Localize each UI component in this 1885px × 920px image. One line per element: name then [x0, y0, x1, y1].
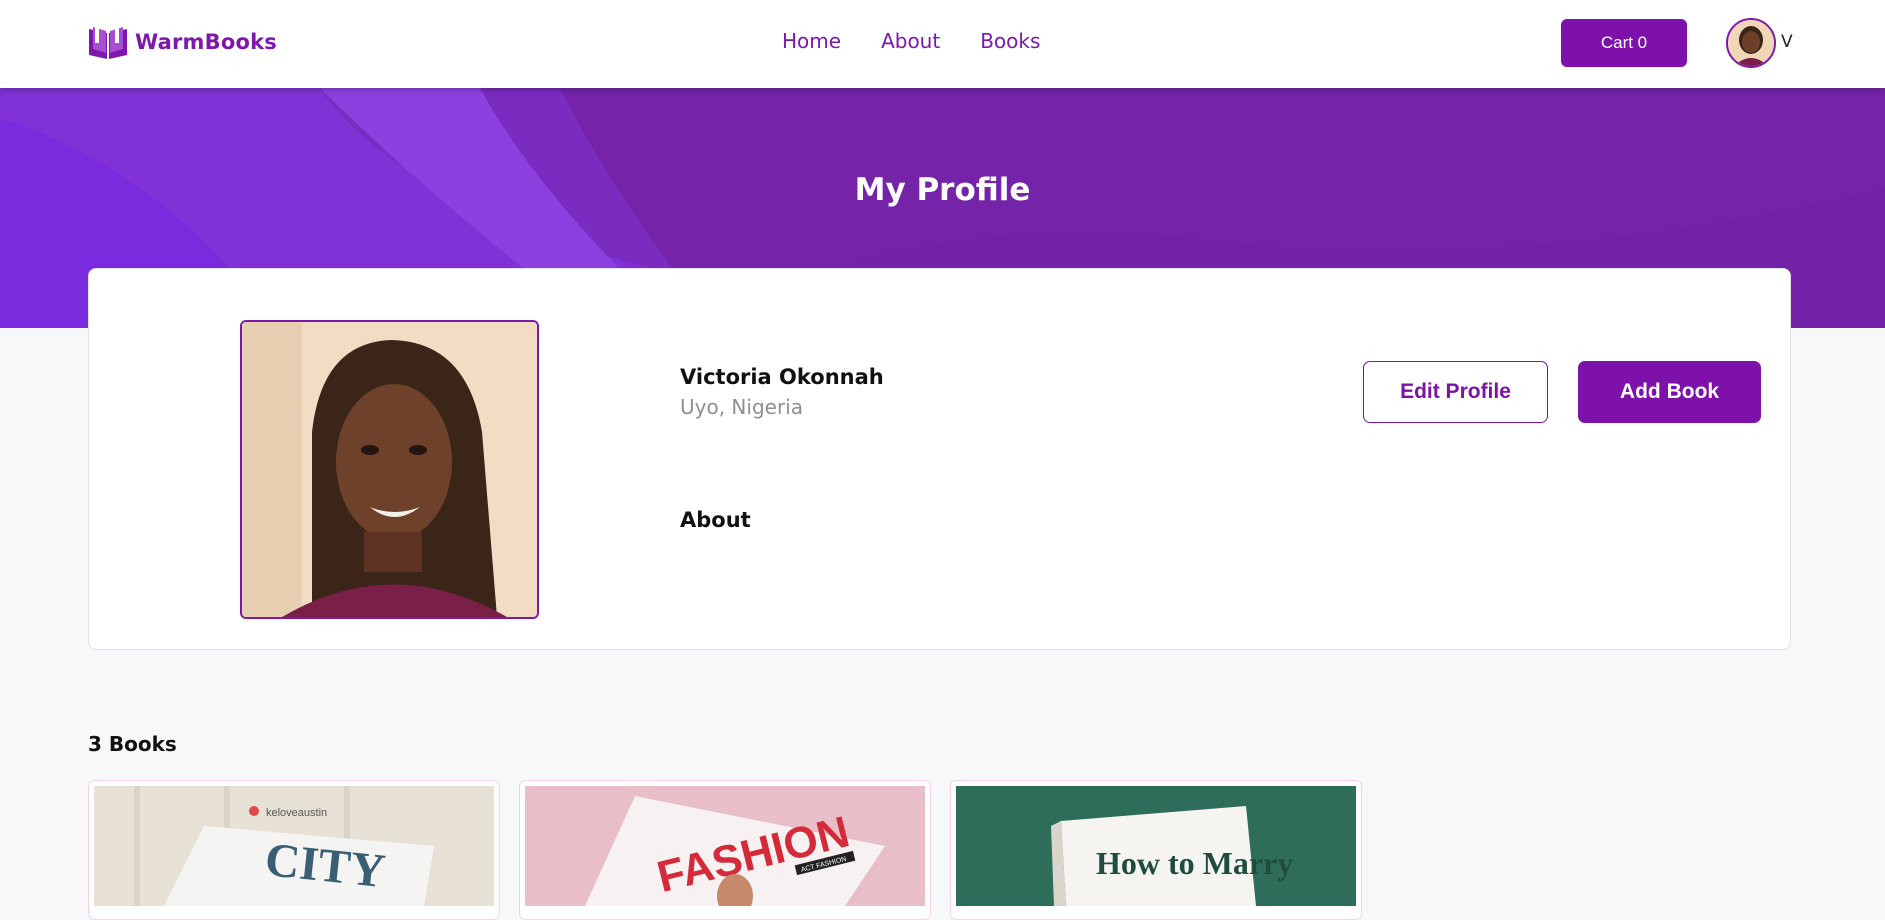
profile-name: Victoria Okonnah: [680, 365, 884, 389]
nav-link-books[interactable]: Books: [980, 29, 1040, 53]
add-book-button[interactable]: Add Book: [1578, 361, 1761, 423]
nav-link-home[interactable]: Home: [782, 29, 841, 53]
about-heading: About: [680, 508, 751, 532]
user-avatar[interactable]: [1726, 18, 1776, 68]
book-cover-brand: keloveaustin: [266, 807, 327, 819]
cart-button[interactable]: Cart 0: [1561, 19, 1687, 67]
user-avatar-image: [1728, 20, 1774, 66]
profile-location: Uyo, Nigeria: [680, 395, 803, 419]
edit-profile-button[interactable]: Edit Profile: [1363, 361, 1548, 423]
profile-photo-image: [242, 322, 537, 617]
user-initial[interactable]: V: [1781, 32, 1793, 52]
book-card[interactable]: How to Marry: [950, 780, 1362, 920]
book-cover-image: keloveaustin CITY: [94, 786, 494, 906]
brand-name: WarmBooks: [135, 30, 277, 54]
brand-logo-link[interactable]: WarmBooks: [87, 22, 277, 62]
nav-link-about[interactable]: About: [881, 29, 940, 53]
main-nav: Home About Books: [782, 29, 1040, 53]
book-cover-image: FASHION ACT FASHION: [525, 786, 925, 906]
book-card[interactable]: keloveaustin CITY: [88, 780, 500, 920]
book-cover-title: How to Marry: [1096, 845, 1293, 881]
page-title: My Profile: [854, 172, 1031, 208]
book-card[interactable]: FASHION ACT FASHION: [519, 780, 931, 920]
book-logo-icon: [89, 25, 127, 59]
books-count-heading: 3 Books: [88, 732, 177, 756]
book-cover-image: How to Marry: [956, 786, 1356, 906]
top-navbar: WarmBooks Home About Books Cart 0 V: [0, 0, 1885, 88]
profile-photo: [240, 320, 539, 619]
profile-card: Victoria Okonnah Uyo, Nigeria About Edit…: [88, 268, 1791, 650]
